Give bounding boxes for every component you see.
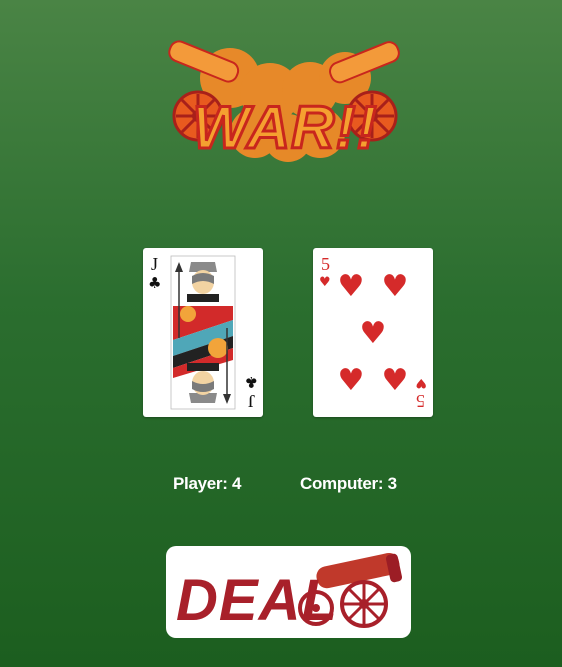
jack-figure-icon — [170, 255, 236, 410]
heart-pip-icon: ♥ — [360, 316, 387, 351]
heart-pip-icon: ♥ — [382, 363, 409, 398]
war-logo: WAR!! — [160, 38, 410, 168]
logo-title: WAR!! — [193, 94, 378, 161]
player-card-rank-bottom: J — [248, 391, 255, 411]
computer-card-rank-bottom: 5 — [416, 391, 425, 411]
heart-pip-icon: ♥ — [338, 363, 365, 398]
computer-card-suit-bottom-icon: ♥ — [415, 375, 427, 390]
player-score: Player: 4 — [173, 474, 242, 493]
player-card: J ♣ J ♣ — [143, 248, 263, 417]
computer-card: 5 ♥ 5 ♥ ♥ ♥ ♥ ♥ ♥ — [313, 248, 433, 417]
computer-card-suit-top-icon: ♥ — [319, 275, 331, 290]
deal-button[interactable]: DEAL — [166, 546, 411, 638]
player-card-rank-top: J — [151, 254, 158, 274]
computer-card-rank-top: 5 — [321, 254, 330, 274]
player-card-suit-bottom-icon: ♣ — [245, 373, 258, 391]
heart-pip-icon: ♥ — [338, 269, 365, 304]
heart-pip-icon: ♥ — [382, 269, 409, 304]
player-card-suit-top-icon: ♣ — [148, 274, 161, 292]
deal-button-label: DEAL — [176, 568, 338, 633]
computer-score: Computer: 3 — [300, 474, 397, 493]
